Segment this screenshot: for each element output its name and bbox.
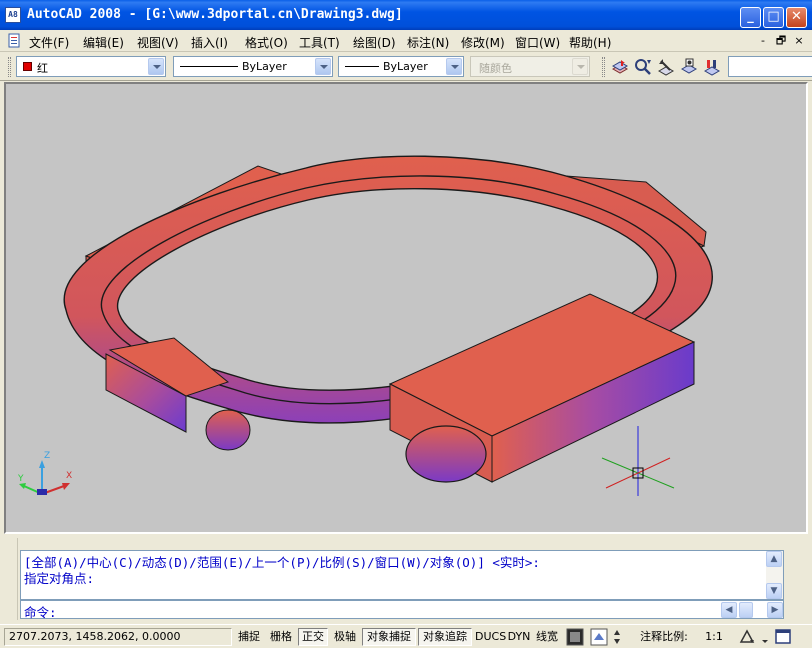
clean-screen-icon[interactable]: [774, 628, 792, 646]
menu-draw[interactable]: 绘图(D): [353, 34, 396, 51]
snap-toggle[interactable]: 捕捉: [234, 628, 264, 646]
doc-close-button[interactable]: ×: [791, 34, 807, 48]
command-window-grip[interactable]: [4, 538, 18, 620]
command-input[interactable]: 命令: ◀ ▶: [20, 600, 784, 620]
layout-icon[interactable]: [590, 628, 608, 646]
command-scrollbar[interactable]: ▲ ▼: [766, 551, 783, 599]
scroll-spinner-icon[interactable]: [612, 628, 622, 646]
scroll-right-button[interactable]: ▶: [767, 602, 783, 618]
minimize-button[interactable]: _: [740, 7, 761, 28]
menu-bar: 文件(F) 编辑(E) 视图(V) 插入(I) 格式(O) 工具(T) 绘图(D…: [0, 30, 812, 52]
status-bar: 2707.2073, 1458.2062, 0.0000 捕捉 栅格 正交 极轴…: [0, 624, 812, 648]
ucs-x-label: X: [66, 471, 72, 481]
command-window: [全部(A)/中心(C)/动态(D)/范围(E)/上一个(P)/比例(S)/窗口…: [4, 538, 808, 620]
extra-toolbar-field[interactable]: [728, 56, 812, 77]
title-bar: A8 AutoCAD 2008 - [G:\www.3dportal.cn\Dr…: [0, 0, 812, 30]
menu-modify[interactable]: 修改(M): [461, 34, 505, 51]
color-value: 红: [37, 62, 48, 75]
color-control-dropdown[interactable]: 红: [16, 56, 166, 77]
grid-toggle[interactable]: 栅格: [266, 628, 296, 646]
scroll-up-button[interactable]: ▲: [766, 551, 782, 567]
horizontal-scroll-thumb[interactable]: [739, 602, 753, 618]
menu-help[interactable]: 帮助(H): [569, 34, 611, 51]
lineweight-preview: [345, 66, 379, 67]
chevron-down-icon[interactable]: [446, 58, 462, 75]
layer-previous-icon[interactable]: [633, 57, 653, 77]
menu-window[interactable]: 窗口(W): [515, 34, 560, 51]
otrack-toggle[interactable]: 对象追踪: [418, 628, 472, 646]
doc-minimize-button[interactable]: -: [755, 34, 771, 48]
drawing-viewport[interactable]: Z Y X: [4, 82, 808, 534]
doc-restore-button[interactable]: 🗗: [773, 34, 789, 48]
autocad-app-icon[interactable]: A8: [5, 7, 21, 23]
coordinate-display[interactable]: 2707.2073, 1458.2062, 0.0000: [4, 628, 232, 646]
linetype-value: ByLayer: [242, 60, 287, 73]
ucs-icon: Z Y X: [17, 451, 72, 495]
plotstyle-value: 随颜色: [479, 62, 512, 75]
menu-format[interactable]: 格式(O): [245, 34, 288, 51]
crosshair-cursor: [601, 426, 675, 496]
layer-isolate-icon[interactable]: [679, 57, 699, 77]
ortho-toggle[interactable]: 正交: [298, 628, 328, 646]
chevron-down-icon[interactable]: [148, 58, 164, 75]
toolbar-grip[interactable]: [8, 57, 11, 77]
menu-file[interactable]: 文件(F): [29, 34, 69, 51]
ucs-y-label: Y: [17, 474, 24, 484]
window-title: AutoCAD 2008 - [G:\www.3dportal.cn\Drawi…: [27, 7, 403, 22]
document-icon[interactable]: [8, 33, 22, 49]
chevron-down-icon: [572, 58, 588, 75]
layer-states-icon[interactable]: [656, 57, 676, 77]
chevron-down-icon[interactable]: [315, 58, 331, 75]
scroll-down-button[interactable]: ▼: [766, 583, 782, 599]
menu-dimension[interactable]: 标注(N): [407, 34, 449, 51]
dyn-toggle[interactable]: DYN: [506, 628, 532, 646]
3d-model-canvas[interactable]: Z Y X: [6, 84, 806, 532]
annotation-scale-label: 注释比例:: [640, 630, 688, 643]
toolbar-grip[interactable]: [602, 57, 605, 77]
layer-freeze-icon[interactable]: [702, 57, 722, 77]
maximize-button[interactable]: □: [763, 7, 784, 28]
menu-view[interactable]: 视图(V): [137, 34, 179, 51]
osnap-toggle[interactable]: 对象捕捉: [362, 628, 416, 646]
make-object-layer-current-icon[interactable]: [610, 57, 630, 77]
ucs-z-label: Z: [44, 451, 50, 461]
color-swatch: [23, 62, 32, 71]
annotation-scale-dropdown[interactable]: 1:1: [696, 628, 732, 646]
annotation-visibility-icon[interactable]: [738, 628, 756, 646]
menu-edit[interactable]: 编辑(E): [83, 34, 124, 51]
plotstyle-control-dropdown: 随颜色: [470, 56, 590, 77]
lineweight-toggle[interactable]: 线宽: [532, 628, 562, 646]
command-history-line: [全部(A)/中心(C)/动态(D)/范围(E)/上一个(P)/比例(S)/窗口…: [24, 555, 540, 570]
menu-insert[interactable]: 插入(I): [191, 34, 228, 51]
model-space-icon[interactable]: [566, 628, 584, 646]
polar-toggle[interactable]: 极轴: [330, 628, 360, 646]
properties-toolbar: 红 ByLayer ByLayer 随颜色: [0, 53, 812, 81]
lineweight-control-dropdown[interactable]: ByLayer: [338, 56, 464, 77]
ducs-toggle[interactable]: DUCS: [474, 628, 506, 646]
close-button[interactable]: ✕: [786, 7, 807, 28]
command-prompt: 命令:: [24, 605, 57, 620]
command-history-line: 指定对角点:: [24, 571, 95, 586]
scroll-left-button[interactable]: ◀: [721, 602, 737, 618]
command-history[interactable]: [全部(A)/中心(C)/动态(D)/范围(E)/上一个(P)/比例(S)/窗口…: [20, 550, 784, 600]
lineweight-value: ByLayer: [383, 60, 428, 73]
linetype-preview: [180, 66, 238, 67]
menu-tools[interactable]: 工具(T): [299, 34, 340, 51]
linetype-control-dropdown[interactable]: ByLayer: [173, 56, 333, 77]
